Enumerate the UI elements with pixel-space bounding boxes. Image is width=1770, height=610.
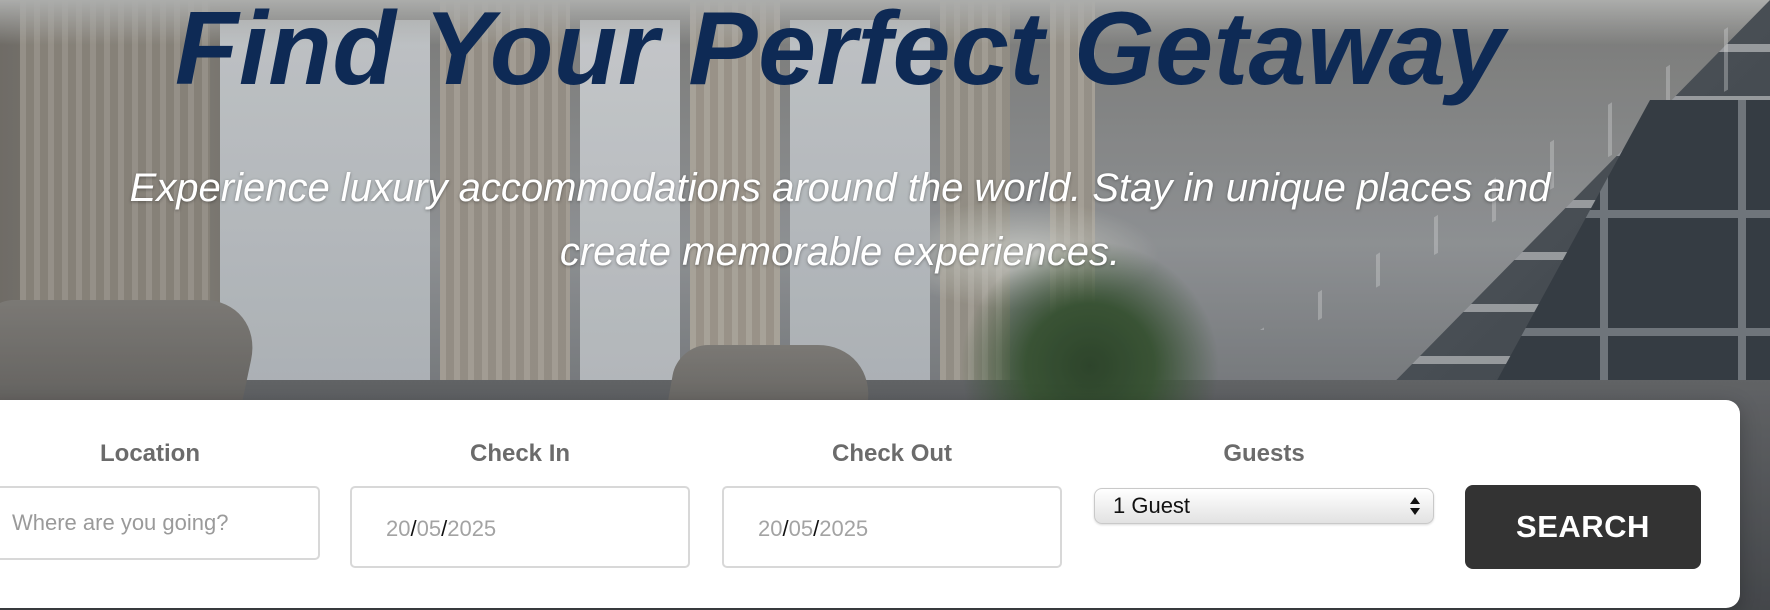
check-in-year[interactable]: 2025 [447,516,496,541]
guests-select[interactable]: 1 Guest [1094,488,1434,524]
check-out-date-input[interactable]: 20/05/2025 [722,486,1062,568]
check-in-label: Check In [469,440,571,467]
guests-selected-value: 1 Guest [1113,493,1191,518]
search-panel: Location Check In 20/05/2025 Check Out 2… [0,400,1740,608]
check-out-day[interactable]: 20 [758,516,782,541]
check-out-month[interactable]: 05 [789,516,813,541]
hero-subtitle: Experience luxury accommodations around … [129,166,1551,274]
check-in-day[interactable]: 20 [386,516,410,541]
hero-title: Find Your Perfect Getaway [174,0,1506,107]
guests-label: Guests [1223,440,1305,467]
check-in-month[interactable]: 05 [417,516,441,541]
location-input[interactable] [0,486,320,560]
check-out-label: Check Out [831,440,953,467]
select-arrows-icon [1410,497,1420,515]
check-in-date-input[interactable]: 20/05/2025 [350,486,690,568]
check-out-year[interactable]: 2025 [819,516,868,541]
search-button[interactable]: SEARCH [1465,485,1701,569]
location-label: Location [100,440,200,467]
